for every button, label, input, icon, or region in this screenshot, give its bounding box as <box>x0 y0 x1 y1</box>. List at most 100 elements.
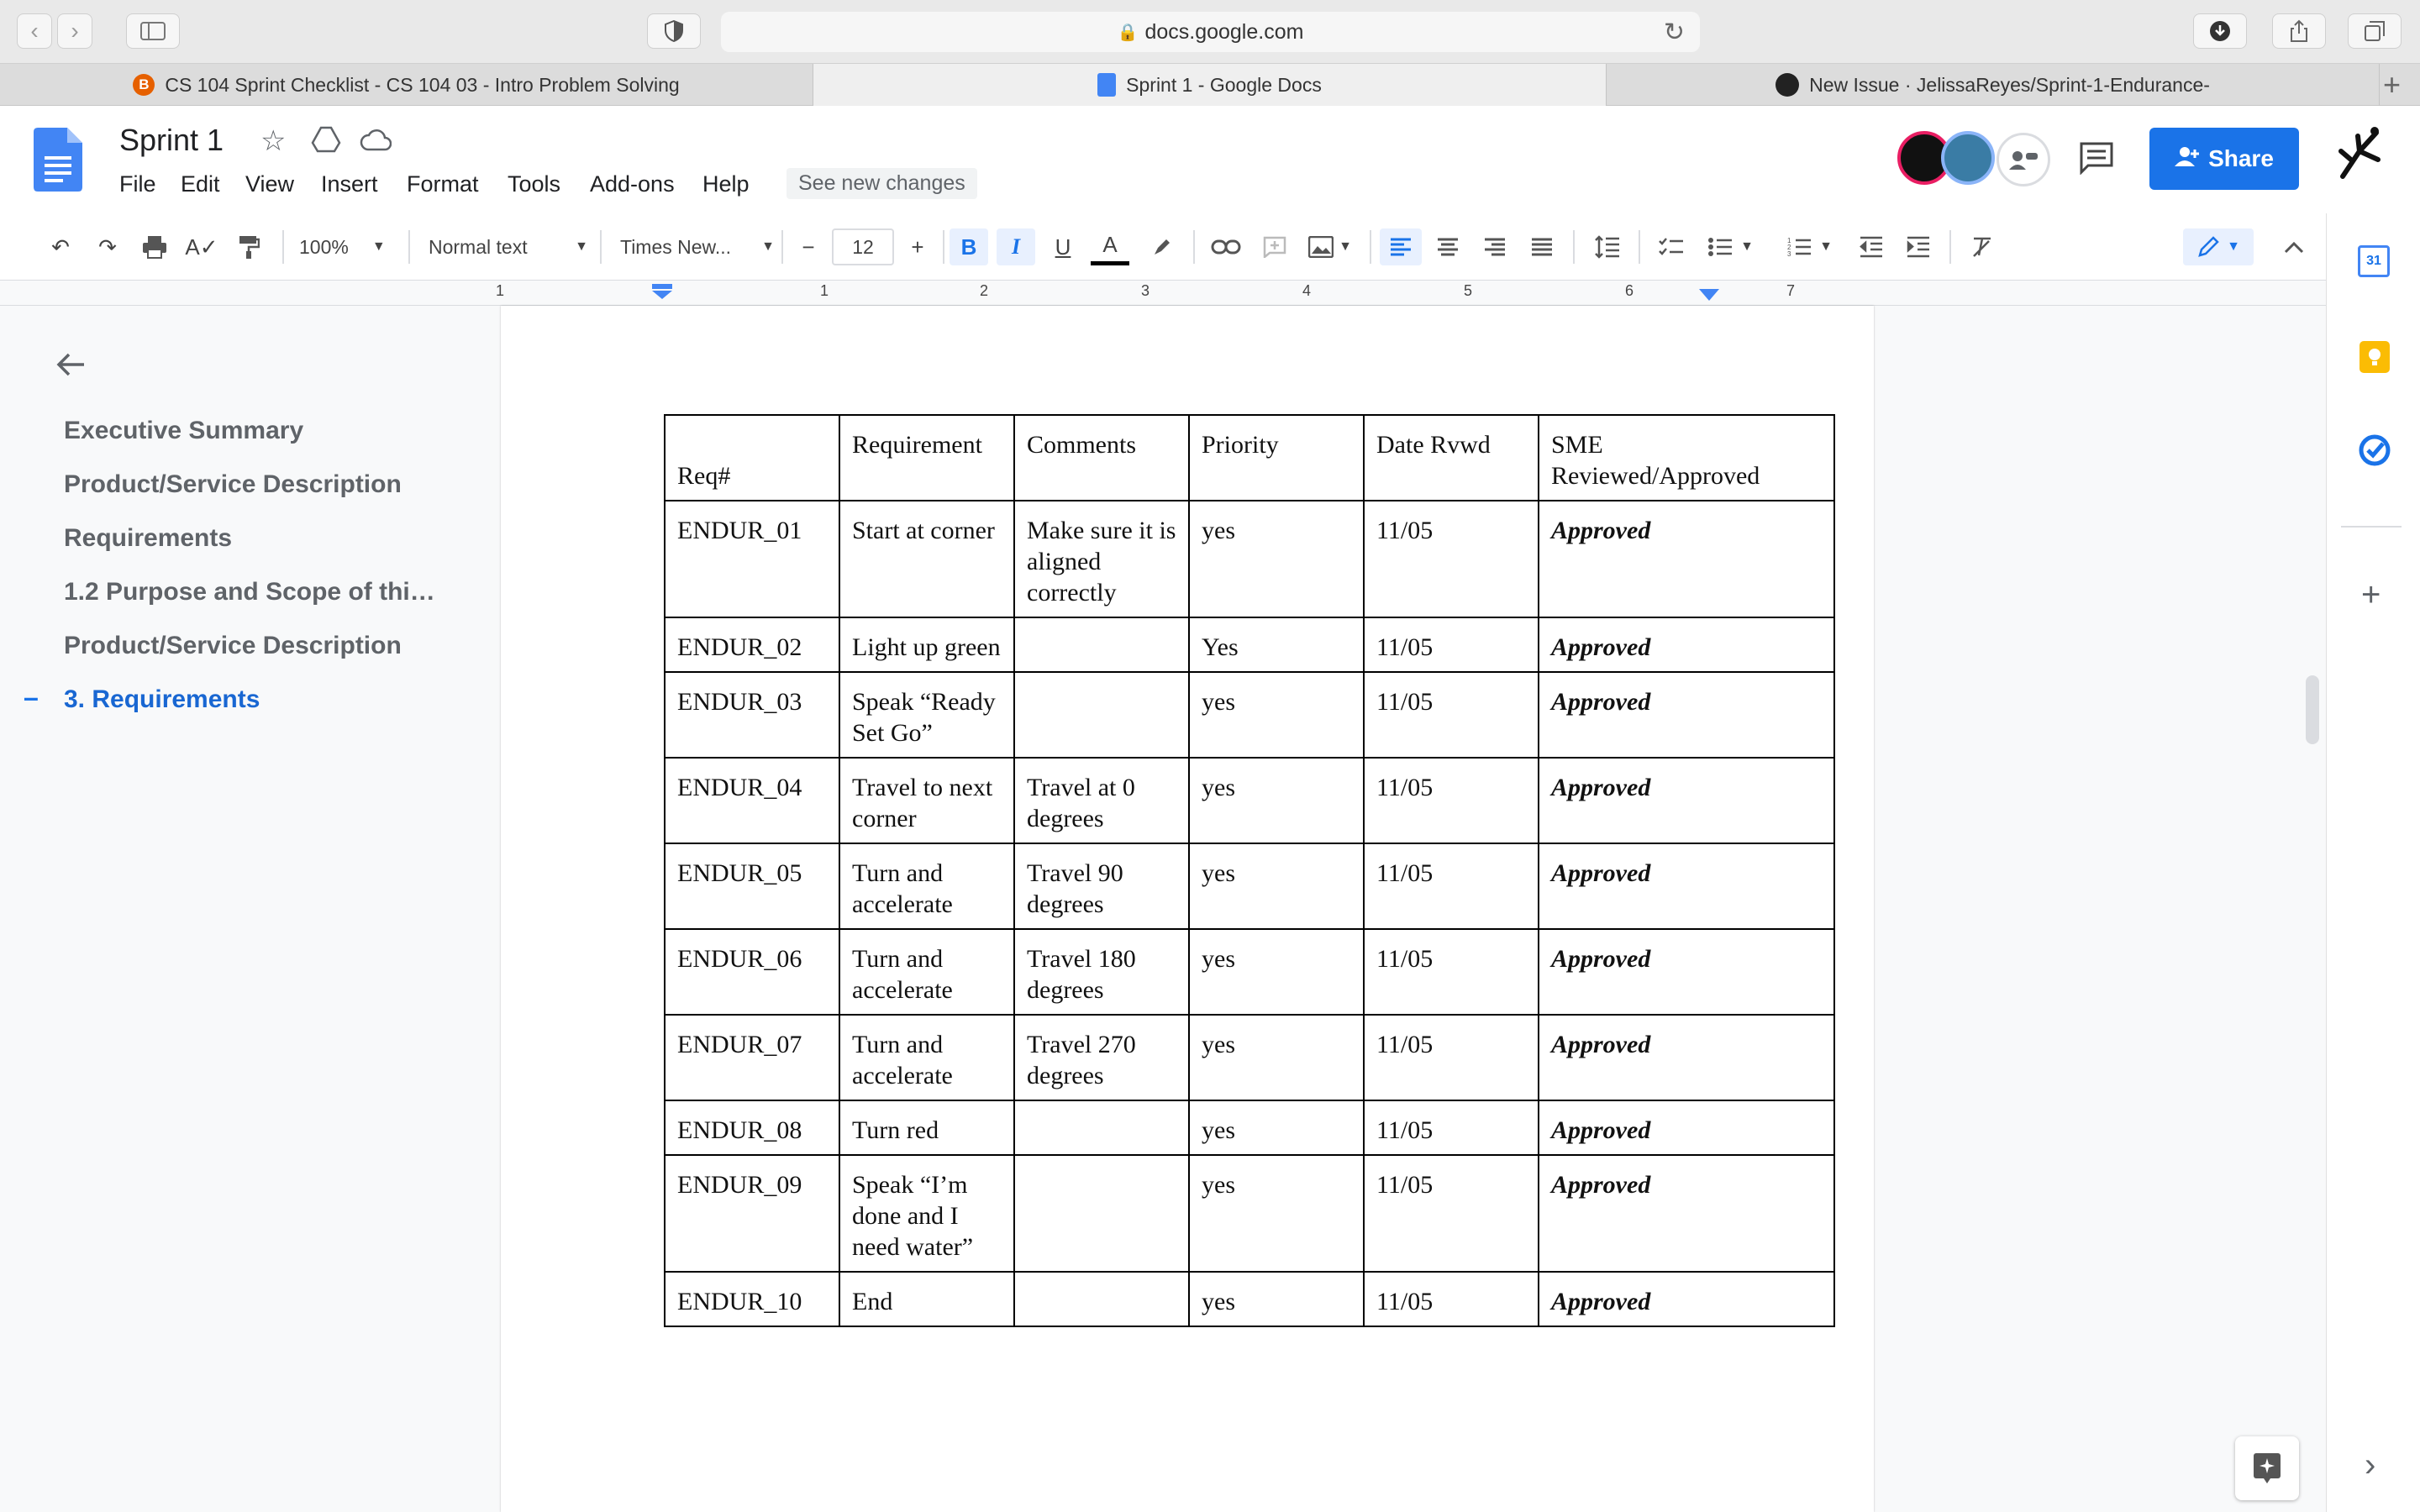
table-cell[interactable]: 11/05 <box>1363 500 1539 618</box>
table-cell[interactable]: Approved <box>1538 617 1835 673</box>
share-button[interactable]: Share <box>2149 128 2299 190</box>
table-cell[interactable]: Speak “Ready Set Go” <box>839 671 1015 759</box>
table-cell[interactable]: ENDUR_03 <box>664 671 840 759</box>
align-left-icon[interactable] <box>1380 228 1422 265</box>
menu-tools[interactable]: Tools <box>508 171 560 197</box>
table-cell[interactable]: Speak “I’m done and I need water” <box>839 1154 1015 1273</box>
table-cell[interactable]: ENDUR_08 <box>664 1100 840 1156</box>
table-cell[interactable]: Light up green <box>839 617 1015 673</box>
star-icon[interactable]: ☆ <box>260 124 286 158</box>
decrease-indent-icon[interactable] <box>1850 228 1892 265</box>
sidebar-toggle-icon[interactable] <box>126 13 180 49</box>
numbered-list-icon[interactable]: 123 ▼ <box>1780 228 1840 265</box>
left-indent-marker[interactable] <box>652 284 672 299</box>
menu-file[interactable]: File <box>119 171 156 197</box>
table-cell[interactable]: Approved <box>1538 1154 1835 1273</box>
table-cell[interactable]: Travel 180 degrees <box>1013 928 1190 1016</box>
hide-menus-icon[interactable] <box>2275 228 2312 265</box>
right-indent-marker[interactable] <box>1699 289 1719 301</box>
editing-mode-button[interactable]: ▼ <box>2183 228 2254 265</box>
header-cell[interactable]: Req# <box>664 414 840 501</box>
reload-icon[interactable]: ↻ <box>1664 18 1685 47</box>
table-cell[interactable]: yes <box>1188 1154 1365 1273</box>
line-spacing-icon[interactable] <box>1586 228 1628 265</box>
privacy-shield-icon[interactable] <box>647 13 701 49</box>
table-cell[interactable] <box>1013 1154 1190 1273</box>
table-cell[interactable]: 11/05 <box>1363 617 1539 673</box>
table-cell[interactable]: 11/05 <box>1363 1154 1539 1273</box>
paint-format-icon[interactable] <box>230 228 267 265</box>
header-cell[interactable]: Priority <box>1188 414 1365 501</box>
table-cell[interactable]: 11/05 <box>1363 757 1539 844</box>
header-cell[interactable]: Date Rvwd <box>1363 414 1539 501</box>
table-cell[interactable]: ENDUR_06 <box>664 928 840 1016</box>
table-cell[interactable] <box>1013 1271 1190 1327</box>
align-center-icon[interactable] <box>1427 228 1469 265</box>
spellcheck-icon[interactable]: A✓ <box>183 228 220 265</box>
checklist-icon[interactable] <box>1650 228 1692 265</box>
font-family-select[interactable]: Times New... ▼ <box>620 228 775 265</box>
outline-item[interactable]: Product/Service Description <box>64 470 402 499</box>
tabs-overview-icon[interactable] <box>2348 13 2402 49</box>
tab-sprint-checklist[interactable]: B CS 104 Sprint Checklist - CS 104 03 - … <box>0 64 813 106</box>
underline-button[interactable]: U <box>1044 228 1082 265</box>
table-cell[interactable] <box>1013 617 1190 673</box>
table-cell[interactable]: Make sure it is aligned correctly <box>1013 500 1190 618</box>
keep-icon[interactable] <box>2360 341 2390 373</box>
table-cell[interactable]: yes <box>1188 843 1365 930</box>
table-cell[interactable] <box>1013 1100 1190 1156</box>
outline-item[interactable]: 1.2 Purpose and Scope of thi… <box>64 578 435 606</box>
decrease-font-size-button[interactable]: − <box>790 228 827 265</box>
clear-formatting-icon[interactable] <box>1961 228 2003 265</box>
table-cell[interactable]: Approved <box>1538 1014 1835 1101</box>
table-cell[interactable]: yes <box>1188 757 1365 844</box>
table-cell[interactable]: ENDUR_02 <box>664 617 840 673</box>
zoom-select[interactable]: 100% ▼ <box>299 228 392 265</box>
table-cell[interactable]: Turn red <box>839 1100 1015 1156</box>
header-cell[interactable]: Requirement <box>839 414 1015 501</box>
menu-insert[interactable]: Insert <box>321 171 378 197</box>
table-cell[interactable]: 11/05 <box>1363 843 1539 930</box>
header-cell[interactable]: SME Reviewed/Approved <box>1538 414 1835 501</box>
increase-font-size-button[interactable]: + <box>899 228 936 265</box>
outline-item[interactable]: Executive Summary <box>64 417 303 445</box>
tasks-icon[interactable] <box>2358 433 2391 471</box>
downloads-icon[interactable] <box>2193 13 2247 49</box>
table-cell[interactable]: 11/05 <box>1363 928 1539 1016</box>
avatar[interactable] <box>1941 131 1995 185</box>
undo-icon[interactable]: ↶ <box>42 228 79 265</box>
table-cell[interactable]: ENDUR_09 <box>664 1154 840 1273</box>
menu-addons[interactable]: Add-ons <box>590 171 675 197</box>
table-cell[interactable]: 11/05 <box>1363 1014 1539 1101</box>
table-cell[interactable]: Approved <box>1538 1100 1835 1156</box>
print-icon[interactable] <box>136 228 173 265</box>
table-cell[interactable]: ENDUR_05 <box>664 843 840 930</box>
table-cell[interactable]: Turn and accelerate <box>839 843 1015 930</box>
table-cell[interactable]: Approved <box>1538 1271 1835 1327</box>
ruler[interactable] <box>0 281 2326 306</box>
italic-button[interactable]: I <box>997 228 1035 265</box>
table-cell[interactable]: yes <box>1188 928 1365 1016</box>
table-cell[interactable]: ENDUR_07 <box>664 1014 840 1101</box>
table-cell[interactable]: yes <box>1188 500 1365 618</box>
doc-title[interactable]: Sprint 1 <box>119 123 224 158</box>
back-button[interactable]: ‹ <box>17 13 52 49</box>
table-cell[interactable]: 11/05 <box>1363 671 1539 759</box>
table-cell[interactable]: ENDUR_10 <box>664 1271 840 1327</box>
font-size-input[interactable]: 12 <box>832 228 894 265</box>
docs-logo-icon[interactable] <box>34 128 82 192</box>
table-cell[interactable]: End <box>839 1271 1015 1327</box>
paragraph-style-select[interactable]: Normal text ▼ <box>429 228 588 265</box>
text-color-button[interactable]: A <box>1091 228 1129 265</box>
share-sheet-icon[interactable] <box>2272 13 2326 49</box>
outline-item[interactable]: Product/Service Description <box>64 632 402 660</box>
table-cell[interactable]: Travel to next corner <box>839 757 1015 844</box>
align-right-icon[interactable] <box>1474 228 1516 265</box>
comments-icon[interactable] <box>2079 141 2114 179</box>
table-cell[interactable]: yes <box>1188 1271 1365 1327</box>
add-comment-icon[interactable] <box>1255 228 1294 265</box>
table-cell[interactable]: yes <box>1188 1014 1365 1101</box>
table-cell[interactable]: Start at corner <box>839 500 1015 618</box>
see-new-changes-link[interactable]: See new changes <box>786 168 977 199</box>
menu-view[interactable]: View <box>245 171 294 197</box>
